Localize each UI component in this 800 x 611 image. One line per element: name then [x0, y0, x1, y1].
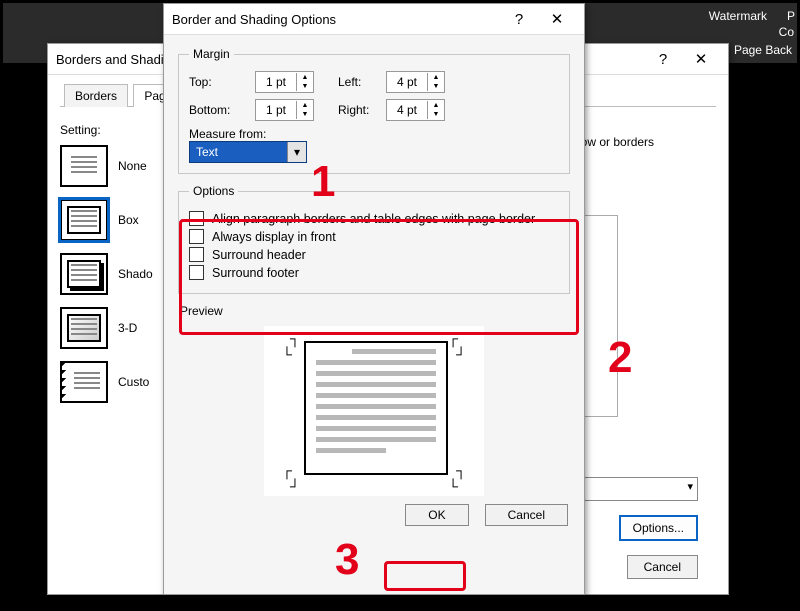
measure-from-label: Measure from: [189, 127, 559, 141]
setting-3d[interactable]: 3-D [60, 307, 175, 349]
measure-from-dropdown[interactable]: Text [189, 141, 307, 163]
checkbox-header[interactable]: Surround header [189, 247, 559, 262]
help-icon[interactable]: ? [644, 51, 682, 68]
preview-group: Preview ┐┌ ┘└ └┌ ┘┐ [178, 304, 570, 496]
ribbon-p: P [787, 9, 795, 23]
ribbon-pageback[interactable]: Page Back [734, 43, 792, 57]
preview-page-icon [304, 341, 448, 475]
bottom-spinner[interactable]: 1 pt ▲▼ [255, 99, 314, 121]
left-spinner[interactable]: 4 pt ▲▼ [386, 71, 445, 93]
cancel-button[interactable]: Cancel [485, 504, 568, 526]
top-spinner[interactable]: 1 pt ▲▼ [255, 71, 314, 93]
cancel-button-back[interactable]: Cancel [627, 555, 698, 579]
left-label: Left: [338, 75, 380, 89]
options-group: Options Align paragraph borders and tabl… [178, 184, 570, 294]
setting-custom-label: Custo [118, 375, 149, 389]
setting-custom[interactable]: Custo [60, 361, 175, 403]
spin-arrows-icon[interactable]: ▲▼ [296, 73, 313, 91]
checkbox-icon [189, 265, 204, 280]
setting-shadow-label: Shado [118, 267, 153, 281]
close-icon[interactable]: ✕ [682, 50, 720, 68]
none-icon [71, 156, 97, 176]
top-value: 1 pt [256, 75, 296, 89]
setting-shadow[interactable]: Shado [60, 253, 175, 295]
help-icon[interactable]: ? [500, 11, 538, 28]
spin-arrows-icon[interactable]: ▲▼ [296, 101, 313, 119]
checkbox-footer[interactable]: Surround footer [189, 265, 559, 280]
setting-column: Setting: None Box Shado 3-D Custo [60, 123, 175, 415]
checkbox-icon [189, 247, 204, 262]
setting-box-label: Box [118, 213, 139, 227]
checkbox-footer-label: Surround footer [212, 266, 299, 280]
border-shading-options-dialog: Border and Shading Options ? ✕ Margin To… [163, 3, 585, 595]
top-label: Top: [189, 75, 249, 89]
back-title: Borders and Shading [56, 52, 178, 67]
options-button[interactable]: Options... [619, 515, 698, 541]
setting-none[interactable]: None [60, 145, 175, 187]
preview-legend: Preview [180, 304, 570, 318]
right-label: Right: [338, 103, 380, 117]
front-title: Border and Shading Options [172, 12, 336, 27]
bottom-value: 1 pt [256, 103, 296, 117]
front-titlebar: Border and Shading Options ? ✕ [164, 4, 584, 35]
bottom-label: Bottom: [189, 103, 249, 117]
right-spinner[interactable]: 4 pt ▲▼ [386, 99, 445, 121]
spin-arrows-icon[interactable]: ▲▼ [427, 73, 444, 91]
setting-box[interactable]: Box [60, 199, 175, 241]
checkbox-header-label: Surround header [212, 248, 306, 262]
spin-arrows-icon[interactable]: ▲▼ [427, 101, 444, 119]
checkbox-align-label: Align paragraph borders and table edges … [212, 212, 535, 226]
options-legend: Options [189, 184, 238, 198]
right-value: 4 pt [387, 103, 427, 117]
checkbox-icon [189, 211, 204, 226]
setting-3d-label: 3-D [118, 321, 137, 335]
custom-icon [74, 372, 100, 392]
left-value: 4 pt [387, 75, 427, 89]
measure-from-value: Text [196, 145, 218, 159]
checkbox-align[interactable]: Align paragraph borders and table edges … [189, 211, 559, 226]
threeD-icon [67, 314, 101, 342]
close-icon[interactable]: ✕ [538, 10, 576, 28]
preview-stage: ┐┌ ┘└ └┌ ┘┐ [264, 326, 484, 496]
ok-button[interactable]: OK [405, 504, 468, 526]
margin-group: Margin Top: 1 pt ▲▼ Left: 4 pt ▲▼ Bottom… [178, 47, 570, 174]
shadow-icon [67, 260, 101, 288]
ribbon-co: Co [779, 25, 794, 39]
checkbox-front-label: Always display in front [212, 230, 336, 244]
checkbox-front[interactable]: Always display in front [189, 229, 559, 244]
setting-none-label: None [118, 159, 147, 173]
checkbox-icon [189, 229, 204, 244]
margin-legend: Margin [189, 47, 234, 61]
ribbon-watermark[interactable]: Watermark [709, 9, 767, 23]
tab-borders[interactable]: Borders [64, 84, 128, 107]
preview-hint: low or borders [578, 135, 698, 149]
setting-header: Setting: [60, 123, 175, 137]
box-icon [67, 206, 101, 234]
